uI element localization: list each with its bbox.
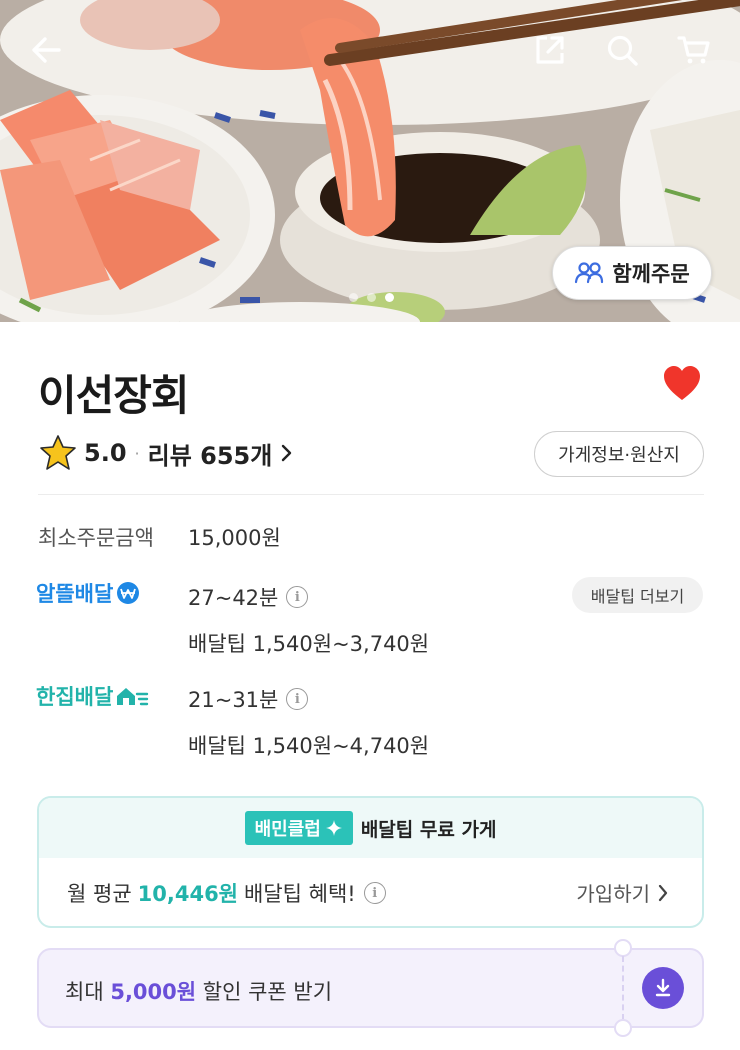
info-icon[interactable]: i <box>286 586 309 608</box>
economy-delivery-name: 알뜰배달 <box>36 582 114 606</box>
search-icon <box>607 35 638 66</box>
group-users-icon <box>575 262 604 284</box>
store-hero-image[interactable]: 함께주문 <box>0 0 740 322</box>
cart-button[interactable] <box>670 26 718 74</box>
min-order-value: 15,000원 <box>188 526 281 550</box>
together-order-label: 함께주문 <box>612 262 690 286</box>
club-badge-label: 배민클럽 <box>254 819 321 840</box>
sparkle-icon <box>325 820 342 836</box>
coupon-suffix: 할인 쿠폰 받기 <box>202 980 333 1004</box>
carousel-dot <box>367 293 376 302</box>
favorite-button[interactable] <box>660 362 704 406</box>
club-title: 배달팁 무료 가게 <box>360 818 497 841</box>
club-badge: 배민클럽 <box>244 811 353 845</box>
store-info-button[interactable]: 가게정보·원산지 <box>534 431 704 477</box>
heart-icon <box>664 366 700 400</box>
store-name: 이선장회 <box>38 371 190 420</box>
economy-delivery-tip: 배달팁 1,540원~3,740원 <box>188 632 430 656</box>
single-delivery-logo: 한집배달 <box>36 681 149 711</box>
club-body: 월 평균 10,446원 배달팁 혜택! i 가입하기 <box>39 858 702 926</box>
carousel-indicator <box>349 293 394 302</box>
carousel-dot <box>349 293 358 302</box>
share-icon <box>536 36 564 64</box>
economy-delivery-time: 27~42분 <box>188 586 279 610</box>
search-button[interactable] <box>598 26 646 74</box>
more-delivery-tip-button[interactable]: 배달팁 더보기 <box>572 577 703 613</box>
coupon-banner[interactable]: 최대 5,000원 할인 쿠폰 받기 <box>37 939 704 1037</box>
baemin-club-banner[interactable]: 배민클럽 배달팁 무료 가게 월 평균 10,446원 배달팁 혜택! i 가입… <box>37 796 704 928</box>
won-coin-icon <box>117 582 140 604</box>
review-count: 리뷰 655개 <box>147 441 273 470</box>
single-delivery-time-row: 21~31분 i <box>188 684 309 714</box>
coupon-separator <box>622 956 624 1020</box>
club-join-link[interactable]: 가입하기 <box>576 878 668 907</box>
share-button[interactable] <box>526 26 574 74</box>
coupon-notch <box>614 1019 632 1037</box>
arrow-left-icon <box>32 37 61 63</box>
coupon-prefix: 최대 <box>65 980 104 1004</box>
club-prefix: 월 평균 <box>67 882 132 906</box>
coupon-download-button[interactable] <box>642 967 684 1009</box>
coupon-amount: 5,000원 <box>110 980 197 1004</box>
divider <box>38 494 704 495</box>
rating-row: 5.0 · 리뷰 655개 <box>38 433 292 473</box>
club-suffix: 배달팁 혜택! <box>244 882 356 906</box>
review-link[interactable]: 리뷰 655개 <box>148 436 293 471</box>
min-order-label: 최소주문금액 <box>38 526 154 550</box>
together-order-button[interactable]: 함께주문 <box>552 246 712 300</box>
info-icon[interactable]: i <box>363 882 386 904</box>
rating-score: 5.0 <box>84 439 127 467</box>
chevron-right-icon <box>658 884 668 901</box>
coupon-text: 최대 5,000원 할인 쿠폰 받기 <box>65 976 332 1006</box>
single-delivery-tip: 배달팁 1,540원~4,740원 <box>188 734 430 758</box>
club-benefit-text: 월 평균 10,446원 배달팁 혜택! i <box>67 878 386 908</box>
download-icon <box>655 978 671 997</box>
rating-separator: · <box>134 443 140 463</box>
economy-delivery-logo: 알뜰배달 <box>36 578 140 608</box>
club-header: 배민클럽 배달팁 무료 가게 <box>39 798 702 858</box>
info-icon[interactable]: i <box>286 688 309 710</box>
star-icon <box>40 435 76 470</box>
house-speed-icon <box>117 688 149 706</box>
chevron-right-icon <box>282 444 292 462</box>
single-delivery-time: 21~31분 <box>188 688 279 712</box>
club-amount: 10,446원 <box>137 882 238 906</box>
economy-delivery-time-row: 27~42분 i <box>188 582 309 612</box>
coupon-notch <box>614 939 632 957</box>
back-button[interactable] <box>22 26 70 74</box>
single-delivery-name: 한집배달 <box>36 685 114 709</box>
club-join-label: 가입하기 <box>576 882 650 906</box>
cart-icon <box>677 36 710 64</box>
carousel-dot-active <box>385 293 394 302</box>
